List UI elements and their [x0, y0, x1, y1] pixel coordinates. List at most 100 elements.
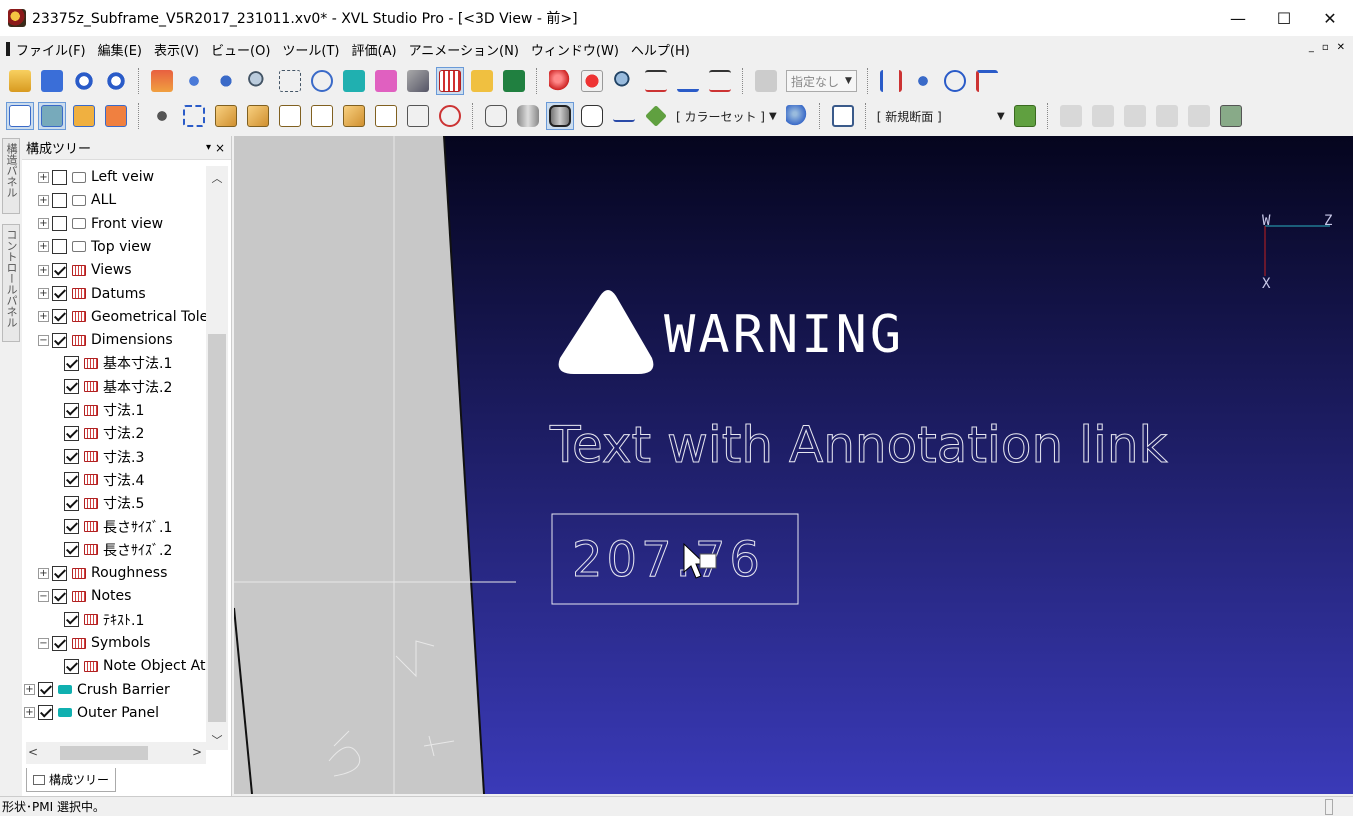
collapse-icon[interactable]: −	[38, 590, 49, 602]
visibility-checkbox[interactable]	[52, 286, 67, 301]
visibility-checkbox[interactable]	[64, 519, 79, 534]
tree-item[interactable]: 基本寸法.2	[64, 376, 172, 398]
tree-item[interactable]: + Front view	[38, 213, 163, 235]
expand-icon[interactable]: +	[38, 311, 49, 323]
visibility-checkbox[interactable]	[38, 682, 53, 698]
tree-horizontal-scrollbar[interactable]: < >	[26, 742, 206, 764]
target-combo[interactable]: 指定なし ▼	[786, 70, 857, 92]
menu-animation[interactable]: アニメーション(N)	[403, 40, 525, 59]
tree-view-button[interactable]	[6, 102, 34, 130]
section-button[interactable]	[642, 67, 670, 95]
visibility-checkbox[interactable]	[52, 239, 67, 255]
color-set-combo[interactable]: [ カラーセット ] ▼	[676, 108, 777, 125]
tree-item[interactable]: 長さｻｲｽﾞ.2	[64, 539, 172, 561]
menu-display[interactable]: 表示(V)	[148, 40, 205, 59]
tree-item[interactable]: + Views	[38, 259, 132, 281]
measure-button[interactable]	[340, 67, 368, 95]
explode-button[interactable]	[877, 67, 905, 95]
tree-item[interactable]: + Geometrical Tolera	[38, 306, 208, 328]
pan-button[interactable]	[180, 67, 208, 95]
menu-view[interactable]: ビュー(O)	[205, 40, 276, 59]
disabled-1-button[interactable]	[1057, 102, 1085, 130]
open-button[interactable]	[6, 67, 34, 95]
tree-item[interactable]: 寸法.5	[64, 492, 144, 514]
sphere-button[interactable]	[546, 67, 574, 95]
menu-tools[interactable]: ツール(T)	[276, 40, 345, 59]
hscroll-thumb[interactable]	[60, 746, 148, 760]
tree-item[interactable]: + Outer Panel	[24, 702, 159, 724]
select-red-button[interactable]	[578, 67, 606, 95]
timer-button[interactable]	[941, 67, 969, 95]
visibility-checkbox[interactable]	[64, 542, 79, 558]
disabled-tool-button[interactable]	[752, 67, 780, 95]
transform-button[interactable]	[909, 67, 937, 95]
tree-item[interactable]: − Dimensions	[38, 329, 173, 351]
maximize-button[interactable]: ☐	[1261, 0, 1307, 36]
visibility-checkbox[interactable]	[52, 169, 67, 185]
material-button[interactable]	[783, 102, 811, 130]
display-shaded-edge-button[interactable]	[546, 102, 574, 130]
view-right-button[interactable]	[340, 102, 368, 130]
disabled-2-button[interactable]	[1089, 102, 1117, 130]
tree-item[interactable]: + Left veiw	[38, 166, 154, 188]
tree-item[interactable]: ﾃｷｽﾄ.1	[64, 609, 144, 631]
disabled-3-button[interactable]	[1121, 102, 1149, 130]
view-left-button[interactable]	[308, 102, 336, 130]
minimize-button[interactable]: —	[1215, 0, 1261, 36]
visibility-checkbox[interactable]	[64, 472, 79, 488]
select-tool-button[interactable]	[148, 102, 176, 130]
monitor-button[interactable]	[829, 102, 857, 130]
visibility-checkbox[interactable]	[52, 588, 67, 604]
save-button[interactable]	[38, 67, 66, 95]
3d-viewport[interactable]: W Z X WARNING Text with Annotation link …	[234, 136, 1353, 794]
section-combo[interactable]: [ 新規断面 ] ▼	[877, 108, 1005, 125]
tree-item[interactable]: + Crush Barrier	[24, 679, 170, 701]
tree-item[interactable]: + ALL	[38, 189, 116, 211]
color-button[interactable]	[642, 102, 670, 130]
home-button[interactable]	[148, 67, 176, 95]
menu-file[interactable]: ファイル(F)	[10, 40, 92, 59]
tree-item[interactable]: Note Object At	[64, 655, 205, 677]
tree-item[interactable]: + Datums	[38, 283, 146, 305]
visibility-checkbox[interactable]	[52, 332, 67, 348]
visibility-checkbox[interactable]	[64, 402, 79, 418]
fit-button[interactable]	[180, 102, 208, 130]
expand-icon[interactable]: +	[38, 218, 49, 230]
expand-icon[interactable]: +	[38, 567, 49, 579]
visibility-checkbox[interactable]	[52, 565, 67, 581]
edge-button[interactable]	[610, 102, 638, 130]
undo-button[interactable]	[70, 67, 98, 95]
display-wire-button[interactable]	[482, 102, 510, 130]
expand-icon[interactable]: +	[38, 288, 49, 299]
display-hidden-button[interactable]	[578, 102, 606, 130]
zoom-window-button[interactable]	[276, 67, 304, 95]
view-front-button[interactable]	[244, 102, 272, 130]
highlight-button[interactable]	[372, 67, 400, 95]
move-button[interactable]	[212, 67, 240, 95]
pmi-button[interactable]	[436, 67, 464, 95]
disabled-5-button[interactable]	[1185, 102, 1213, 130]
view-reset-button[interactable]	[436, 102, 464, 130]
view-top-button[interactable]	[372, 102, 400, 130]
visibility-checkbox[interactable]	[52, 192, 67, 208]
menu-window[interactable]: ウィンドウ(W)	[525, 40, 625, 59]
tree-item[interactable]: 寸法.3	[64, 446, 144, 468]
annotate-button[interactable]	[468, 67, 496, 95]
view-iso-button[interactable]	[212, 102, 240, 130]
scroll-left-icon[interactable]: <	[28, 745, 38, 759]
visibility-checkbox[interactable]	[64, 612, 79, 628]
part-button[interactable]	[500, 67, 528, 95]
panel-close-icon[interactable]: ×	[215, 141, 225, 155]
tree-item[interactable]: 長さｻｲｽﾞ.1	[64, 516, 172, 538]
scroll-up-icon[interactable]: ︿	[206, 170, 228, 188]
expand-icon[interactable]: +	[38, 241, 49, 253]
tree-item[interactable]: 寸法.1	[64, 399, 144, 421]
visibility-checkbox[interactable]	[64, 449, 79, 465]
tree-vertical-scrollbar[interactable]: ︿ ﹀	[206, 166, 228, 750]
collapse-icon[interactable]: −	[38, 334, 49, 346]
scroll-right-icon[interactable]: >	[192, 745, 202, 759]
visibility-checkbox[interactable]	[38, 705, 53, 721]
mdi-restore-button[interactable]: ▫	[1322, 42, 1329, 53]
image-view-button[interactable]	[38, 102, 66, 130]
tree-item[interactable]: 基本寸法.1	[64, 352, 172, 374]
